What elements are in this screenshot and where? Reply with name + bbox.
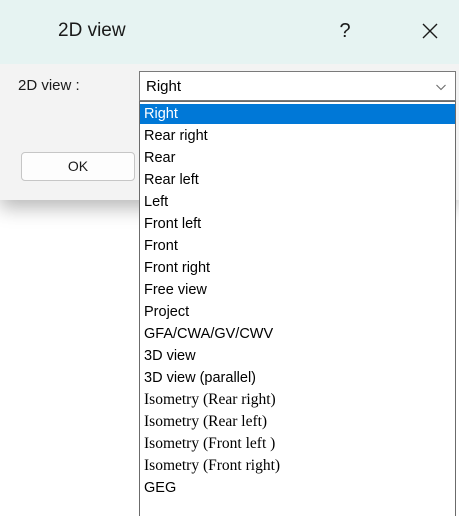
dropdown-option-project[interactable]: Project [140,302,455,322]
dropdown-option-isometry-front-right[interactable]: Isometry (Front right) [140,456,455,476]
dropdown-option-rear-left[interactable]: Rear left [140,170,455,190]
ok-button[interactable]: OK [21,152,135,181]
dropdown-option-right[interactable]: Right [140,104,455,124]
dropdown-option-front-left[interactable]: Front left [140,214,455,234]
view-field-label: 2D view : [18,77,80,94]
dropdown-option-3d-view[interactable]: 3D view [140,346,455,366]
title-bar: 2D view ? [0,0,459,64]
dropdown-option-front-right[interactable]: Front right [140,258,455,278]
dropdown-option-rear-right[interactable]: Rear right [140,126,455,146]
dropdown-option-isometry-rear-left[interactable]: Isometry (Rear left) [140,412,455,432]
view-dropdown-list: Right Rear right Rear Rear left Left Fro… [139,101,456,516]
view-select-value: Right [146,78,182,95]
help-button[interactable]: ? [330,14,360,48]
dropdown-option-gfa-cwa-gv-cwv[interactable]: GFA/CWA/GV/CWV [140,324,455,344]
dropdown-option-isometry-front-left[interactable]: Isometry (Front left ) [140,434,455,454]
dropdown-option-isometry-rear-right[interactable]: Isometry (Rear right) [140,390,455,410]
dropdown-option-3d-view-parallel[interactable]: 3D view (parallel) [140,368,455,388]
close-button[interactable] [414,14,446,48]
dropdown-option-free-view[interactable]: Free view [140,280,455,300]
dropdown-option-geg[interactable]: GEG [140,478,455,498]
close-icon [422,23,438,39]
dropdown-option-rear[interactable]: Rear [140,148,455,168]
dropdown-option-front[interactable]: Front [140,236,455,256]
chevron-down-icon [436,84,446,91]
view-select[interactable]: Right [139,71,456,101]
screen: 2D view ? 2D view : Right OK Right Rear … [0,0,459,516]
dropdown-option-left[interactable]: Left [140,192,455,212]
dialog-title: 2D view [58,20,126,41]
